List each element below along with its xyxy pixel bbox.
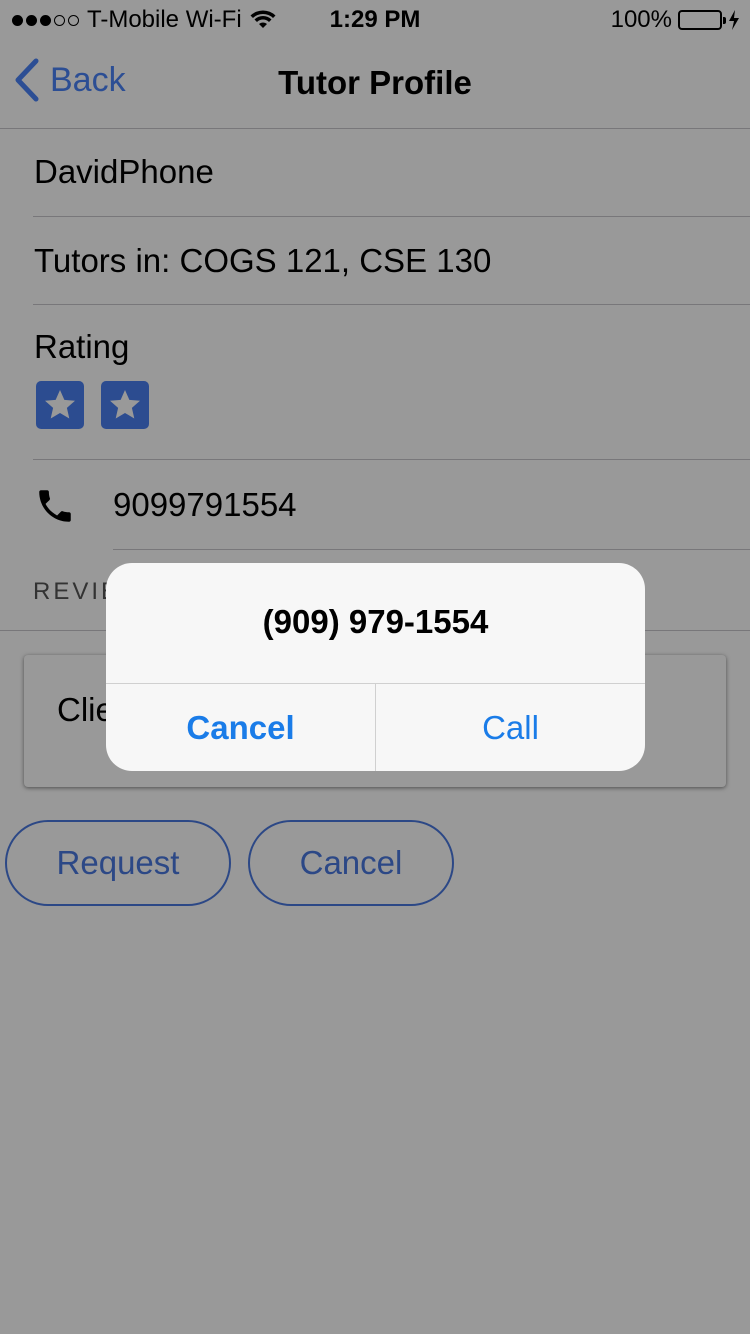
- alert-message: (909) 979-1554: [262, 603, 489, 640]
- call-alert-dialog: (909) 979-1554 Cancel Call: [106, 563, 645, 771]
- alert-cancel-button[interactable]: Cancel: [106, 684, 375, 771]
- alert-call-button[interactable]: Call: [376, 684, 645, 771]
